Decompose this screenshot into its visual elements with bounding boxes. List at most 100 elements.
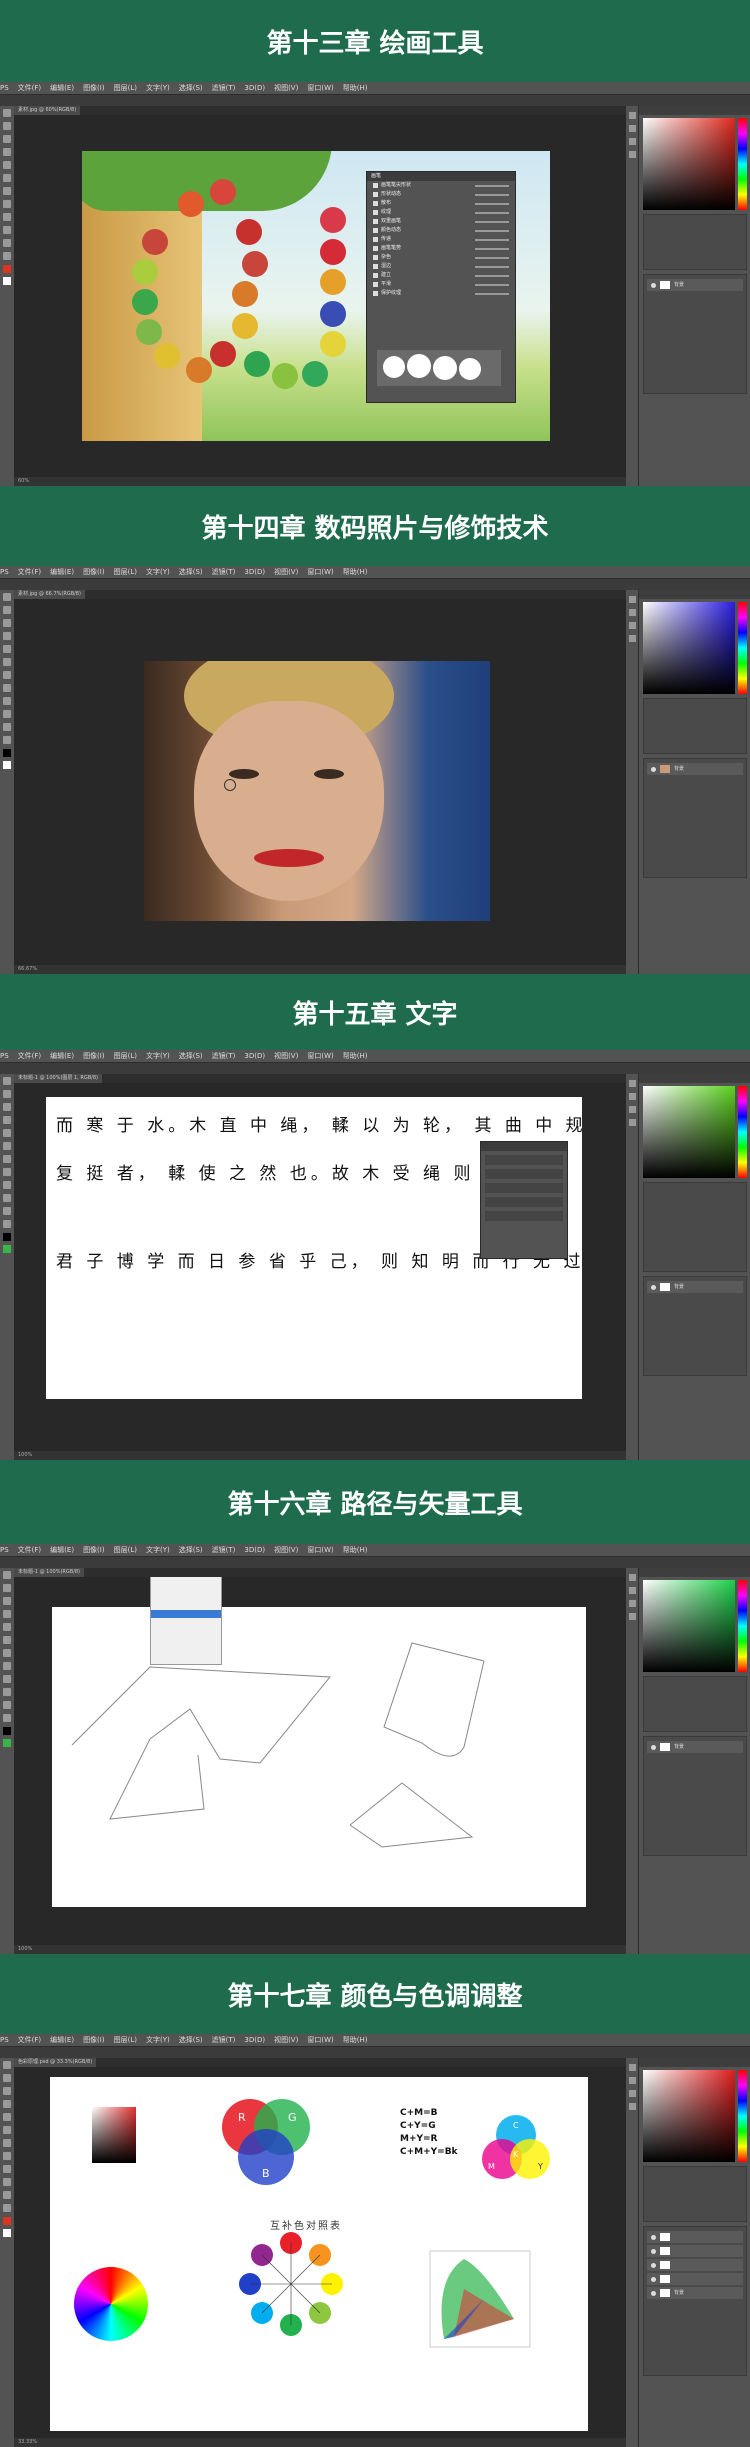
brush-option-row[interactable]: 纹理	[367, 208, 515, 217]
brush-option-row[interactable]: 保护纹理	[367, 289, 515, 298]
document-tab[interactable]: 素材.jpg @ 66.7%(RGB/8)	[14, 590, 85, 599]
menu-item[interactable]: 选择(S)	[179, 1052, 203, 1060]
menu-item[interactable]: 文件(F)	[18, 1546, 42, 1554]
eraser-tool-icon[interactable]	[3, 1649, 11, 1657]
document-tab[interactable]: 色彩原理.psd @ 33.3%(RGB/8)	[14, 2058, 97, 2067]
menu-item[interactable]: 视图(V)	[274, 84, 298, 92]
document-tab[interactable]: 未标题-1 @ 100%(RGB/8)	[14, 1568, 85, 1577]
pen-tool-icon[interactable]	[3, 226, 11, 234]
brush-option-row[interactable]: 平滑	[367, 280, 515, 289]
tracking-field[interactable]	[485, 1197, 563, 1207]
menu-item[interactable]: 选择(S)	[179, 568, 203, 576]
marquee-tool-icon[interactable]	[3, 1090, 11, 1098]
brush-panel-icon[interactable]	[628, 1587, 636, 1594]
eraser-tool-icon[interactable]	[3, 684, 11, 692]
eye-icon[interactable]	[651, 766, 656, 772]
menu-item[interactable]: 文字(Y)	[146, 568, 170, 576]
hand-tool-icon[interactable]	[3, 252, 11, 260]
menu-item[interactable]: 3D(D)	[244, 1052, 265, 1060]
foreground-color-swatch[interactable]	[3, 265, 11, 273]
eyedropper-tool-icon[interactable]	[3, 1623, 11, 1631]
gradient-tool-icon[interactable]	[3, 213, 11, 221]
hand-tool-icon[interactable]	[3, 736, 11, 744]
menu-item[interactable]: 文字(Y)	[146, 1546, 170, 1554]
eye-icon[interactable]	[651, 2290, 656, 2296]
history-icon[interactable]	[628, 596, 636, 603]
menu-item[interactable]: 编辑(E)	[50, 1052, 74, 1060]
pen-tool-icon[interactable]	[3, 1675, 11, 1683]
info-icon[interactable]	[628, 1119, 636, 1126]
hand-tool-icon[interactable]	[3, 2204, 11, 2212]
menu-item[interactable]: PS	[0, 2036, 9, 2044]
lasso-tool-icon[interactable]	[3, 135, 11, 143]
move-tool-icon[interactable]	[3, 1571, 11, 1579]
menu-item[interactable]: 滤镜(T)	[212, 1546, 236, 1554]
hand-tool-icon[interactable]	[3, 1220, 11, 1228]
brush-panel-icon[interactable]	[628, 2077, 636, 2084]
layer-row[interactable]	[647, 2245, 743, 2257]
layer-row[interactable]: 背景	[647, 1741, 743, 1753]
menu-item[interactable]: 图像(I)	[83, 568, 105, 576]
menu-item[interactable]: 视图(V)	[274, 568, 298, 576]
move-tool-icon[interactable]	[3, 1077, 11, 1085]
menu-item[interactable]: 窗口(W)	[307, 84, 333, 92]
menu-item[interactable]: 文字(Y)	[146, 84, 170, 92]
brush-option-row[interactable]: 画笔笔尖形状	[367, 181, 515, 190]
shape-tool-icon[interactable]	[3, 1701, 11, 1709]
layer-row[interactable]	[647, 2259, 743, 2271]
marquee-tool-icon[interactable]	[3, 606, 11, 614]
eye-icon[interactable]	[651, 2262, 656, 2268]
saturation-field[interactable]	[643, 1580, 735, 1672]
font-size-field[interactable]	[485, 1169, 563, 1179]
menu-item[interactable]: 图层(L)	[114, 568, 137, 576]
character-icon[interactable]	[628, 1600, 636, 1607]
menu-item[interactable]: 图像(I)	[83, 1546, 105, 1554]
background-color-swatch[interactable]	[3, 1739, 11, 1747]
layer-row[interactable]: 背景	[647, 763, 743, 775]
menu-item[interactable]: PS	[0, 1546, 9, 1554]
menu-item[interactable]: 文件(F)	[18, 84, 42, 92]
menu-item[interactable]: 窗口(W)	[307, 568, 333, 576]
hue-slider[interactable]	[738, 118, 747, 210]
menu-option[interactable]	[151, 1602, 221, 1610]
brush-panel-icon[interactable]	[628, 1093, 636, 1100]
menu-item[interactable]: 帮助(H)	[343, 1546, 368, 1554]
eraser-tool-icon[interactable]	[3, 2139, 11, 2147]
info-icon[interactable]	[628, 151, 636, 158]
path-polygon[interactable]	[71, 1666, 332, 1764]
marquee-tool-icon[interactable]	[3, 1584, 11, 1592]
menu-item[interactable]: 选择(S)	[179, 84, 203, 92]
lasso-tool-icon[interactable]	[3, 2087, 11, 2095]
menu-item[interactable]: 文件(F)	[18, 568, 42, 576]
menu-item[interactable]: 编辑(E)	[50, 84, 74, 92]
menu-item[interactable]: 选择(S)	[179, 2036, 203, 2044]
brush-tool-icon[interactable]	[3, 1636, 11, 1644]
menu-item[interactable]: 文字(Y)	[146, 2036, 170, 2044]
character-icon[interactable]	[628, 1106, 636, 1113]
menu-item[interactable]: 编辑(E)	[50, 568, 74, 576]
menu-item[interactable]: 图层(L)	[114, 1052, 137, 1060]
eyedropper-tool-icon[interactable]	[3, 1129, 11, 1137]
menu-option[interactable]	[151, 1578, 221, 1586]
marquee-tool-icon[interactable]	[3, 122, 11, 130]
brush-tool-icon[interactable]	[3, 174, 11, 182]
brush-option-row[interactable]: 杂色	[367, 253, 515, 262]
document-tab[interactable]: 未标题-1 @ 100%(图层 1, RGB/8)	[14, 1074, 102, 1083]
crop-tool-icon[interactable]	[3, 148, 11, 156]
color-picker[interactable]	[643, 2070, 747, 2162]
eye-icon[interactable]	[651, 1744, 656, 1750]
layer-row[interactable]	[647, 2231, 743, 2243]
brush-tool-icon[interactable]	[3, 2126, 11, 2134]
shape-tool-icon[interactable]	[3, 2191, 11, 2199]
background-color-swatch[interactable]	[3, 277, 11, 285]
character-icon[interactable]	[628, 2090, 636, 2097]
menu-item[interactable]: 视图(V)	[274, 2036, 298, 2044]
eye-icon[interactable]	[651, 1284, 656, 1290]
menu-item[interactable]: 3D(D)	[244, 84, 265, 92]
menu-item[interactable]: 图层(L)	[114, 84, 137, 92]
layer-row[interactable]: 背景	[647, 2287, 743, 2299]
move-tool-icon[interactable]	[3, 109, 11, 117]
eye-icon[interactable]	[651, 2248, 656, 2254]
brush-panel-icon[interactable]	[628, 125, 636, 132]
brush-option-row[interactable]: 双重画笔	[367, 217, 515, 226]
